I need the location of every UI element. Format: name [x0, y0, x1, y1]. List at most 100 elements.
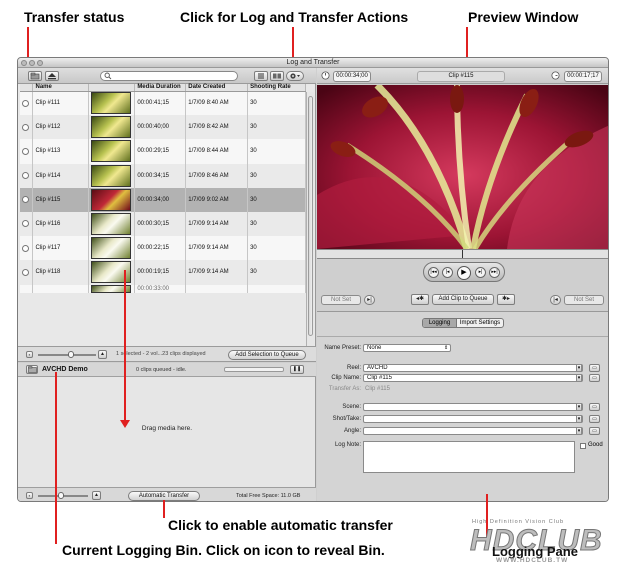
clip-thumbnail[interactable] [91, 92, 132, 115]
clip-thumbnail[interactable] [91, 188, 132, 211]
clip-name-cell[interactable]: Clip #115 [32, 187, 90, 212]
pause-button[interactable]: ❚❚ [290, 365, 304, 374]
scene-field[interactable] [363, 403, 583, 411]
watermark-url: WWW.HDCLUB.TW [496, 557, 569, 564]
tab-logging[interactable]: Logging [423, 319, 457, 327]
transfer-status-cell [20, 211, 34, 237]
scrollbar-thumb[interactable] [308, 96, 313, 336]
clip-thumbnail-cell [88, 91, 136, 116]
shot-take-field[interactable] [363, 415, 583, 423]
add-selection-to-queue-button[interactable]: Add Selection to Queue [228, 350, 306, 360]
thumbnail-size-slider[interactable] [38, 351, 96, 358]
clip-thumbnail[interactable] [91, 140, 132, 163]
go-to-in-button[interactable]: ◂✱ [411, 294, 429, 305]
queue-header: AVCHD Demo 0 clips queued - idle. ❚❚ [18, 363, 316, 377]
eject-icon [48, 73, 56, 80]
current-timecode[interactable]: 00:00:17;17 [564, 71, 602, 82]
reel-menu-arrow[interactable]: ▾ [576, 364, 582, 372]
scene-menu-arrow[interactable]: ▾ [576, 403, 582, 411]
log-note-field[interactable] [363, 441, 575, 473]
search-input[interactable] [100, 71, 238, 81]
eject-button[interactable] [45, 71, 59, 81]
mark-out-button[interactable]: |◂ [550, 295, 561, 305]
clip-date-cell: 1/7/09 9:14 AM [185, 236, 249, 261]
clip-name-cell[interactable]: Clip #111 [32, 91, 90, 116]
queue-small-icon[interactable]: ▪ [26, 492, 33, 499]
previous-edit-button[interactable]: |◂ [442, 267, 453, 278]
clip-rate-cell: 30 [247, 91, 306, 116]
good-checkbox[interactable] [580, 443, 586, 449]
preview-video [317, 85, 608, 249]
queue-slider-knob[interactable] [58, 492, 64, 499]
shot-take-menu-arrow[interactable]: ▾ [576, 415, 582, 423]
table-row-partial[interactable]: 00:00:33:00 [20, 284, 306, 293]
list-view-button[interactable] [254, 71, 268, 81]
scrubber-bar[interactable] [317, 249, 608, 259]
clip-rate-cell: 30 [247, 236, 306, 261]
clip-name-cell[interactable]: Clip #117 [32, 236, 90, 261]
mark-in-button[interactable]: ▸| [364, 295, 375, 305]
large-thumb-icon[interactable]: ▲ [98, 350, 107, 359]
play-button[interactable]: ▶ [457, 266, 471, 280]
clip-duration-timecode[interactable]: 00:00:34;00 [333, 71, 371, 82]
clip-thumbnail[interactable] [91, 164, 132, 187]
table-row[interactable]: Clip #116 00:00:30;15 1/7/09 9:14 AM 30 [20, 211, 306, 237]
action-menu-button[interactable] [286, 71, 304, 81]
search-icon [104, 72, 112, 80]
table-row[interactable]: Clip #112 00:00:40;00 1/7/09 8:42 AM 30 [20, 115, 306, 140]
clip-name-cell[interactable]: Clip #112 [32, 115, 90, 140]
transfer-status-cell [20, 115, 34, 140]
next-edit-button[interactable]: ▸| [475, 267, 486, 278]
table-row[interactable]: Clip #113 00:00:29;15 1/7/09 8:44 AM 30 [20, 139, 306, 164]
reel-add-button[interactable]: ▭ [589, 364, 600, 372]
clip-thumbnail[interactable] [91, 116, 132, 139]
shot-take-add-button[interactable]: ▭ [589, 415, 600, 423]
tabs-divider [317, 336, 608, 337]
out-point-field[interactable]: Not Set [564, 295, 604, 305]
small-thumb-icon[interactable]: ▪ [26, 351, 33, 358]
play-around-button[interactable]: ▸▸| [489, 267, 500, 278]
play-in-to-out-button[interactable]: |◂◂ [428, 267, 439, 278]
duration-column-header[interactable]: Media Duration [134, 84, 187, 92]
clip-thumbnail[interactable] [91, 237, 132, 260]
clip-duration-cell: 00:00:30;15 [134, 211, 187, 237]
thumbnail-view-button[interactable] [270, 71, 284, 81]
table-row[interactable]: Clip #111 00:00:41;15 1/7/09 8:40 AM 30 [20, 91, 306, 116]
scene-add-button[interactable]: ▭ [589, 403, 600, 411]
table-row[interactable]: Clip #117 00:00:22;15 1/7/09 9:14 AM 30 [20, 236, 306, 261]
transfer-status-cell [20, 236, 34, 261]
name-column-header[interactable]: Name [32, 84, 90, 92]
clip-name-cell[interactable]: Clip #116 [32, 211, 90, 237]
go-to-out-button[interactable]: ✱▸ [497, 294, 515, 305]
add-clip-to-queue-button[interactable]: Add Clip to Queue [432, 294, 494, 305]
table-row[interactable]: Clip #114 00:00:34;15 1/7/09 8:46 AM 30 [20, 163, 306, 188]
angle-add-button[interactable]: ▭ [589, 427, 600, 435]
reel-field[interactable]: AVCHD [363, 364, 583, 372]
angle-field[interactable] [363, 427, 583, 435]
logging-bin-button[interactable] [26, 365, 38, 374]
callout-log-actions: Click for Log and Transfer Actions [180, 9, 409, 25]
clip-name-cell[interactable]: Clip #118 [32, 260, 90, 285]
clip-name-add-button[interactable]: ▭ [589, 374, 600, 382]
clip-name-cell[interactable]: Clip #113 [32, 139, 90, 164]
clip-name-cell[interactable]: Clip #114 [32, 163, 90, 188]
clip-duration-cell: 00:00:34;15 [134, 163, 187, 188]
clip-name-menu-arrow[interactable]: ▾ [576, 374, 582, 382]
table-row[interactable]: Clip #118 00:00:19;15 1/7/09 9:14 AM 30 [20, 260, 306, 285]
clip-name-field[interactable]: Clip #115 [363, 374, 583, 382]
playhead[interactable] [462, 250, 463, 258]
name-preset-popup[interactable]: None [363, 344, 451, 352]
in-point-field[interactable]: Not Set [321, 295, 361, 305]
rate-column-header[interactable]: Shooting Rate [247, 84, 306, 92]
angle-menu-arrow[interactable]: ▾ [576, 427, 582, 435]
queue-size-slider[interactable] [38, 492, 88, 499]
clip-thumbnail-cell [88, 139, 136, 164]
tab-import-settings[interactable]: Import Settings [457, 319, 503, 327]
clip-list-scrollbar[interactable] [306, 92, 314, 348]
slider-knob[interactable] [68, 351, 74, 358]
queue-large-icon[interactable]: ▲ [92, 491, 101, 500]
add-folder-button[interactable] [28, 71, 42, 81]
clip-thumbnail[interactable] [91, 213, 132, 236]
table-row[interactable]: Clip #115 00:00:34;00 1/7/09 9:02 AM 30 [20, 187, 306, 212]
date-column-header[interactable]: Date Created [185, 84, 249, 92]
